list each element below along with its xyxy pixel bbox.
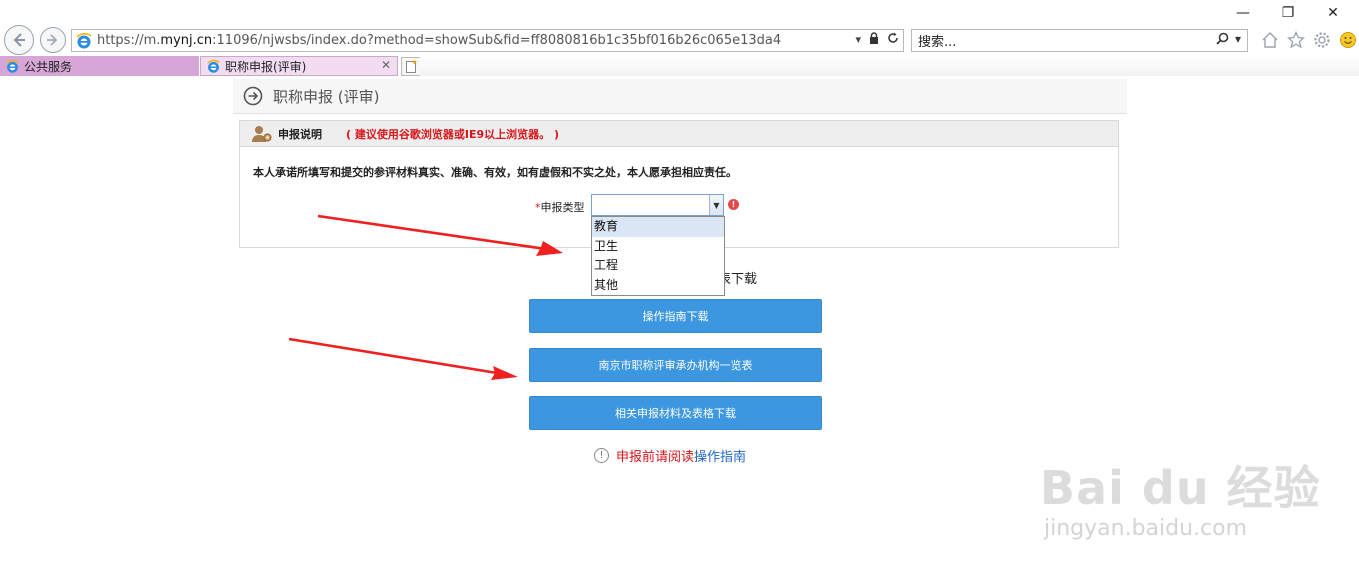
tab-label: 职称申报(评审) [225,59,307,74]
read-guide-notice: ! 申报前请阅读 操作指南 [594,446,746,465]
maximize-button[interactable]: ❐ [1268,2,1308,24]
search-placeholder: 搜索... [918,35,957,50]
promise-statement: 本人承诺所填写和提交的参评材料真实、准确、有效，如有虚假和不实之处，本人愿承担相… [253,166,737,179]
feedback-smiley-icon[interactable] [1338,30,1358,50]
close-tab-icon[interactable]: ✕ [381,58,391,72]
application-type-label: *申报类型 [535,201,585,214]
tab-public-services[interactable]: 公共服务 [0,56,199,76]
back-arrow-icon [13,33,25,47]
ie-logo-icon [207,59,220,73]
watermark-logo-text: Bai du 经验 [1040,461,1321,515]
guide-download-button[interactable]: 操作指南下载 [529,299,822,333]
page-header: 职称申报 (评审) [233,79,1127,114]
home-icon[interactable] [1260,30,1280,50]
search-dropdown-icon[interactable]: ▾ [1235,32,1241,48]
circle-arrow-right-icon [243,86,263,106]
navigation-bar: https://m.mynj.cn:11096/njwsbs/index.do?… [0,24,1359,56]
url-text: https://m.mynj.cn:11096/njwsbs/index.do?… [97,33,782,48]
window-titlebar: — ❐ ✕ [0,0,1359,26]
panel-header: 申报说明 ( 建议使用谷歌浏览器或IE9以上浏览器。 ) [240,121,1118,147]
address-dropdown-icon[interactable]: ▾ [855,33,861,46]
chevron-down-icon[interactable]: ▼ [709,195,723,215]
operation-guide-link[interactable]: 操作指南 [694,446,746,465]
ie-logo-icon [76,32,92,48]
option-education[interactable]: 教育 [592,217,724,237]
forward-arrow-icon [47,34,58,46]
forward-button[interactable] [40,27,66,53]
favorites-star-icon[interactable] [1286,30,1306,50]
minimize-button[interactable]: — [1223,2,1263,24]
baidu-jingyan-watermark: Bai du 经验 jingyan.baidu.com [1040,452,1340,552]
search-icon[interactable] [1216,32,1229,48]
page-title: 职称申报 (评审) [273,87,380,106]
application-type-select[interactable]: ▼ [591,194,724,216]
application-type-dropdown: 教育 卫生 工程 其他 [591,216,725,296]
agency-list-button[interactable]: 南京市职称评审承办机构一览表 [529,348,822,382]
new-tab-button[interactable]: ✦ [401,57,421,76]
refresh-icon[interactable] [887,32,899,47]
materials-download-button[interactable]: 相关申报材料及表格下载 [529,396,822,430]
panel-title: 申报说明 [278,127,322,141]
settings-gear-icon[interactable] [1312,30,1332,50]
annotation-arrow-to-agency-button [288,337,518,380]
option-other[interactable]: 其他 [592,276,724,296]
close-window-button[interactable]: ✕ [1313,2,1353,24]
browser-recommendation-note: ( 建议使用谷歌浏览器或IE9以上浏览器。 ) [346,127,559,141]
lock-icon[interactable] [869,32,879,47]
tab-label: 公共服务 [24,59,73,74]
back-button[interactable] [4,25,34,55]
address-bar[interactable]: https://m.mynj.cn:11096/njwsbs/index.do?… [71,29,904,52]
toolbar-shadow [420,56,1359,76]
search-box[interactable]: 搜索... ▾ [911,29,1248,52]
ie-logo-icon [6,59,19,73]
tab-title-application[interactable]: 职称申报(评审) ✕ [200,56,398,76]
error-alert-icon: ! [728,199,739,210]
watermark-url-text: jingyan.baidu.com [1044,516,1248,541]
notice-text: 申报前请阅读 [616,450,695,465]
option-health[interactable]: 卫生 [592,237,724,257]
user-gear-icon [252,125,272,142]
info-circle-icon: ! [594,448,609,463]
option-engineering[interactable]: 工程 [592,256,724,276]
